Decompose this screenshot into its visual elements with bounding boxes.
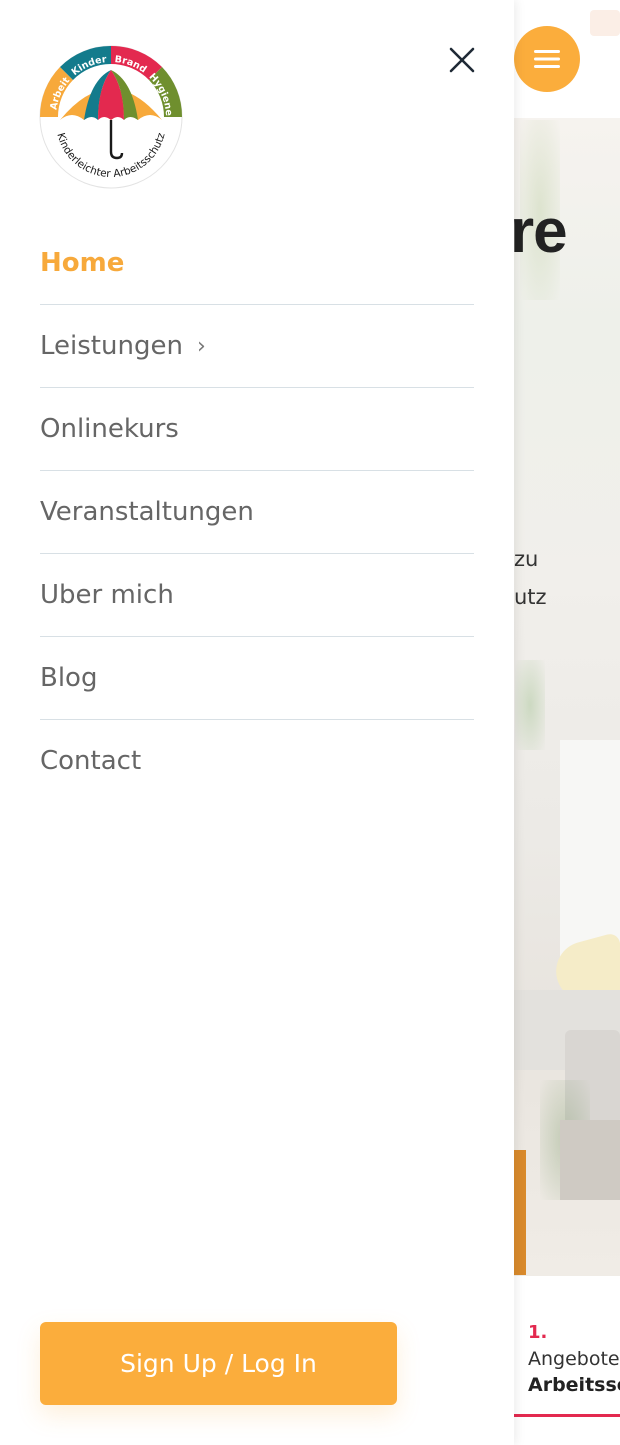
menu-item-uber-mich[interactable]: Uber mich — [40, 554, 474, 637]
hero-plant-small — [515, 660, 545, 750]
page: re zu utz 1. Angebote Arbeitssc Arbeit K… — [0, 0, 620, 1445]
close-icon — [449, 47, 475, 73]
hamburger-menu-button[interactable] — [514, 26, 580, 92]
service-card-subtitle: Angebote — [528, 1348, 620, 1370]
menu-item-leistungen[interactable]: Leistungen › — [40, 305, 474, 388]
menu-item-onlinekurs[interactable]: Onlinekurs — [40, 388, 474, 471]
brand-logo[interactable]: Arbeit Kinder Brand Hygiene Kinderleicht… — [38, 44, 184, 190]
hero-person — [514, 1150, 526, 1275]
signup-login-button[interactable]: Sign Up / Log In — [40, 1322, 397, 1405]
hero-heading: re — [510, 197, 568, 266]
menu-item-label: Onlinekurs — [40, 414, 179, 444]
chevron-right-icon: › — [196, 333, 206, 359]
menu-item-blog[interactable]: Blog — [40, 637, 474, 720]
menu-item-label: Uber mich — [40, 580, 174, 610]
background-header-strip — [590, 10, 620, 36]
menu-item-label: Leistungen — [40, 331, 183, 361]
navigation-drawer: Arbeit Kinder Brand Hygiene Kinderleicht… — [0, 0, 514, 1445]
menu-item-label: Home — [40, 248, 125, 278]
menu-item-veranstaltungen[interactable]: Veranstaltungen — [40, 471, 474, 554]
main-menu: Home Leistungen › Onlinekurs Veranstaltu… — [40, 222, 474, 802]
menu-item-label: Contact — [40, 746, 142, 776]
menu-item-label: Blog — [40, 663, 98, 693]
service-card-underline — [514, 1414, 620, 1417]
service-card-number: 1. — [528, 1322, 548, 1343]
hero-table — [560, 1120, 620, 1200]
menu-item-contact[interactable]: Contact — [40, 720, 474, 802]
menu-item-label: Veranstaltungen — [40, 497, 254, 527]
hero-text-line-1: zu — [514, 547, 539, 571]
service-card-title: Arbeitssc — [528, 1374, 620, 1396]
hamburger-menu-icon — [534, 50, 560, 68]
menu-item-home[interactable]: Home — [40, 222, 474, 305]
hero-text-line-2: utz — [514, 585, 547, 609]
close-menu-button[interactable] — [442, 40, 482, 80]
